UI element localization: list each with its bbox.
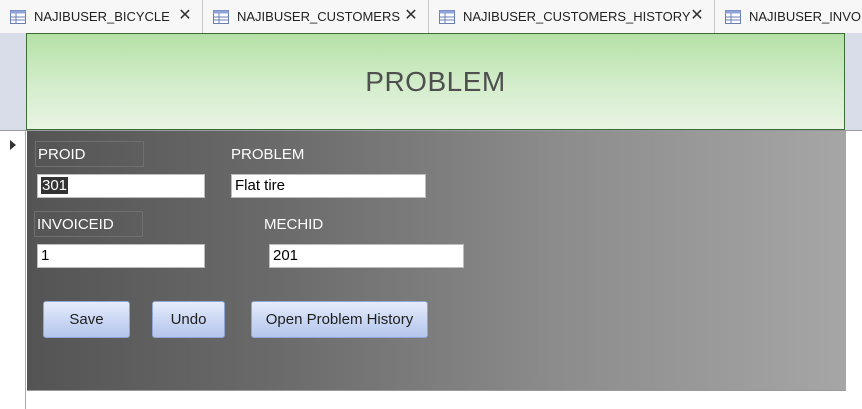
tab-label: NAJIBUSER_CUSTOMERS_HISTORY [463,9,691,24]
table-icon [10,9,26,24]
invoiceid-label: INVOICEID [34,211,143,237]
tab-label: NAJIBUSER_INVOIC [749,9,862,24]
record-selector-bar[interactable] [0,131,26,409]
form-header: PROBLEM [26,33,845,130]
problem-label: PROBLEM [231,146,305,163]
header-right-gutter [845,33,862,130]
header-selector-area [0,33,27,130]
mechid-label: MECHID [264,216,324,233]
tab-najibuser-invoic[interactable]: NAJIBUSER_INVOIC [715,0,862,33]
close-tab-icon[interactable]: ✕ [690,8,704,24]
mechid-field[interactable]: 201 [269,244,464,268]
proid-field[interactable]: 301 [37,174,205,198]
tab-label: NAJIBUSER_BICYCLE [34,9,170,24]
tab-najibuser-customers-history[interactable]: NAJIBUSER_CUSTOMERS_HISTORY ✕ [429,0,715,33]
detail-bottom-border [27,390,846,391]
tab-najibuser-bicycle[interactable]: NAJIBUSER_BICYCLE ✕ [0,0,203,33]
tab-label: NAJIBUSER_CUSTOMERS [237,9,401,24]
tab-najibuser-customers[interactable]: NAJIBUSER_CUSTOMERS ✕ [203,0,429,33]
form-detail: PROID 301 PROBLEM Flat tire INVOICEID 1 … [27,131,846,390]
proid-value: 301 [41,177,69,194]
proid-label: PROID [35,141,144,167]
open-problem-history-button[interactable]: Open Problem History [251,301,428,338]
undo-button[interactable]: Undo [152,301,225,338]
table-icon [439,9,455,24]
close-tab-icon[interactable]: ✕ [404,8,418,24]
invoiceid-field[interactable]: 1 [37,244,205,268]
close-tab-icon[interactable]: ✕ [178,8,192,24]
form-title: PROBLEM [365,65,506,97]
document-tab-strip: NAJIBUSER_BICYCLE ✕ NAJIBUSER_CUSTOMERS … [0,0,862,34]
problem-field[interactable]: Flat tire [231,174,426,198]
current-record-arrow-icon [10,140,16,150]
save-button[interactable]: Save [43,301,130,338]
table-icon [725,9,741,24]
table-icon [213,9,229,24]
